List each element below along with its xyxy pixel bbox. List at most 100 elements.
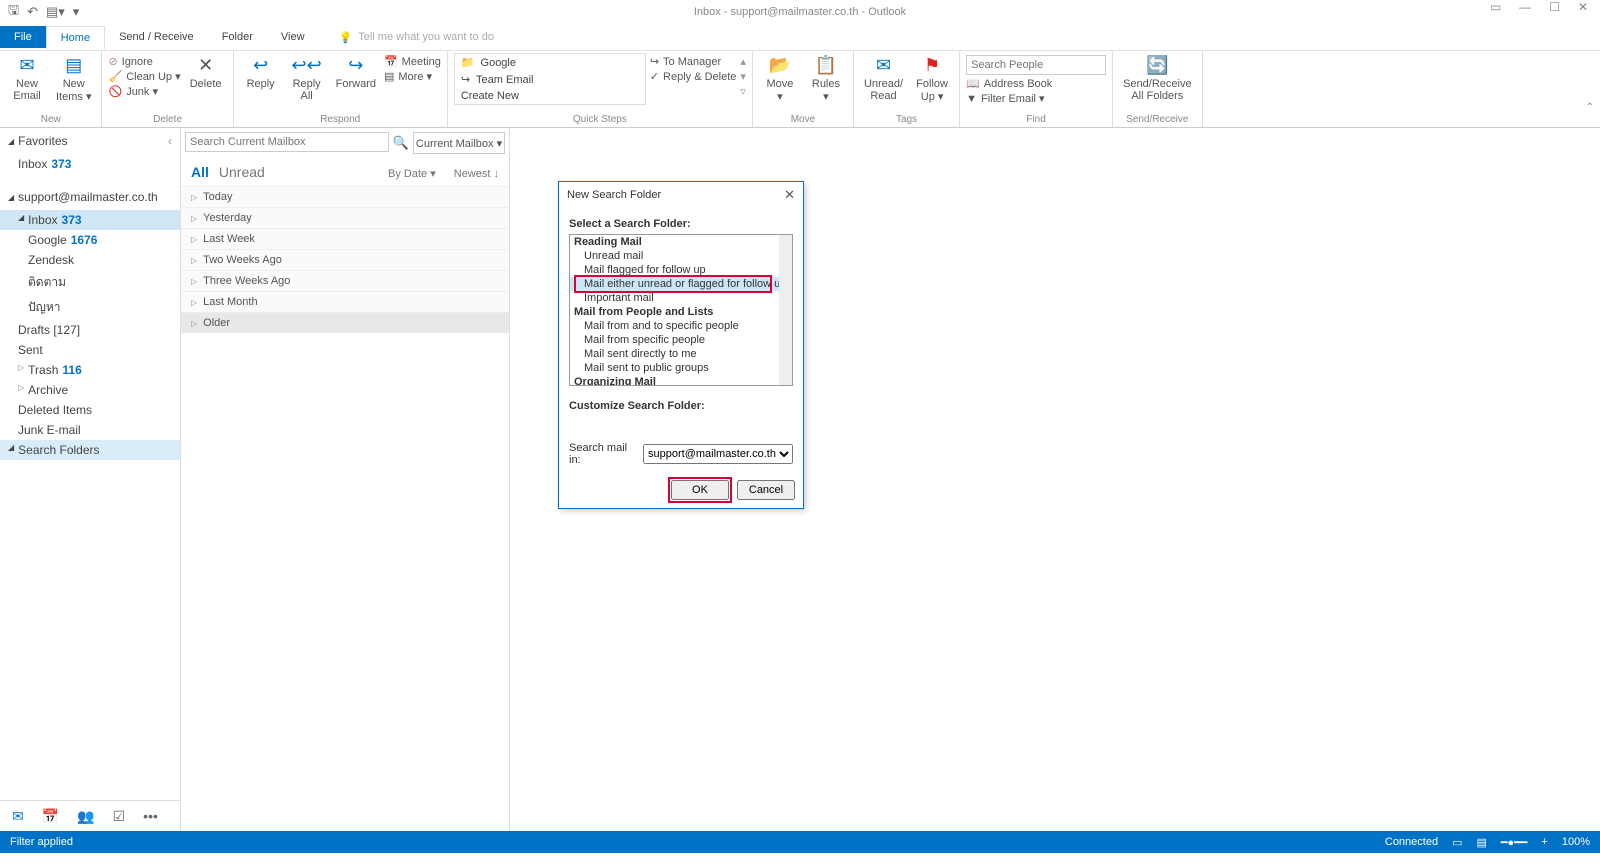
nav-deleted[interactable]: Deleted Items: [0, 400, 180, 420]
nav-sent[interactable]: Sent: [0, 340, 180, 360]
collapse-ribbon-icon[interactable]: ⌃: [1586, 102, 1594, 113]
reply-delete-button[interactable]: ✓Reply & Delete: [650, 70, 737, 83]
nav-thai1[interactable]: ติดตาม: [0, 270, 180, 295]
ribbon-options-icon[interactable]: ▭: [1490, 0, 1501, 14]
group-older[interactable]: ▷Older: [181, 312, 509, 333]
rules-icon: 📋: [815, 55, 837, 76]
calendar-view-icon[interactable]: 📅: [42, 808, 59, 825]
forward-button[interactable]: ↪Forward: [332, 53, 380, 92]
tell-me-search[interactable]: 💡Tell me what you want to do: [339, 31, 494, 44]
close-icon[interactable]: ✕: [1578, 0, 1588, 14]
address-book-button[interactable]: 📖Address Book: [966, 77, 1106, 90]
reply-button[interactable]: ↩Reply: [240, 53, 282, 92]
to-manager-button[interactable]: ↪To Manager: [650, 55, 737, 68]
redo-icon[interactable]: ▤▾: [46, 4, 65, 20]
gallery-down-icon[interactable]: ▾: [740, 70, 746, 83]
junk-button[interactable]: 🚫Junk ▾: [108, 85, 180, 98]
group-yesterday[interactable]: ▷Yesterday: [181, 207, 509, 228]
maximize-icon[interactable]: ☐: [1549, 0, 1560, 14]
sort-newest[interactable]: Newest ↓: [454, 168, 499, 180]
search-icon[interactable]: 🔍: [393, 135, 409, 151]
opt-unread-mail[interactable]: Unread mail: [570, 249, 792, 263]
zoom-slider[interactable]: ━●━━: [1501, 836, 1528, 849]
nav-archive[interactable]: ▷Archive: [0, 380, 180, 400]
nav-search-folders[interactable]: ◢Search Folders: [0, 440, 180, 460]
new-items-button[interactable]: ▤New Items ▾: [52, 53, 95, 105]
follow-up-button[interactable]: ⚑Follow Up ▾: [911, 53, 953, 105]
nav-inbox[interactable]: ◢Inbox373: [0, 210, 180, 230]
meeting-button[interactable]: 📅Meeting: [384, 55, 441, 68]
cleanup-button[interactable]: 🧹Clean Up ▾: [108, 70, 180, 83]
sort-by-date[interactable]: By Date ▾: [388, 167, 436, 180]
group-three-weeks[interactable]: ▷Three Weeks Ago: [181, 270, 509, 291]
opt-public-groups[interactable]: Mail sent to public groups: [570, 361, 792, 375]
view-normal-icon[interactable]: ▭: [1452, 836, 1462, 849]
status-connected: Connected: [1385, 836, 1438, 848]
opt-from-to-specific[interactable]: Mail from and to specific people: [570, 319, 792, 333]
list-scrollbar[interactable]: [779, 235, 792, 385]
send-receive-all-button[interactable]: 🔄Send/Receive All Folders: [1119, 53, 1196, 104]
new-email-button[interactable]: ✉New Email: [6, 53, 48, 104]
chevron-left-icon[interactable]: ‹: [168, 134, 172, 148]
filter-unread[interactable]: Unread: [219, 164, 265, 180]
minimize-icon[interactable]: —: [1519, 0, 1531, 14]
check-icon: ✓: [650, 70, 659, 83]
nav-thai2[interactable]: ปัญหา: [0, 295, 180, 320]
tab-home[interactable]: Home: [46, 26, 105, 50]
caret-down-icon: ◢: [8, 443, 14, 457]
quick-steps-gallery[interactable]: 📁Google ↪Team Email Create New: [454, 53, 646, 105]
nav-junk[interactable]: Junk E-mail: [0, 420, 180, 440]
favorites-header[interactable]: ◢Favorites‹: [0, 128, 180, 154]
save-icon[interactable]: 🖫: [8, 1, 19, 23]
tab-send-receive[interactable]: Send / Receive: [105, 26, 208, 48]
people-view-icon[interactable]: 👥: [77, 808, 94, 825]
book-icon: 📖: [966, 77, 980, 90]
dialog-titlebar[interactable]: New Search Folder ✕: [559, 182, 803, 208]
cleanup-icon: 🧹: [108, 70, 122, 83]
status-bar: Filter applied Connected ▭ ▤ ━●━━ + 100%: [0, 831, 1600, 853]
search-folder-list[interactable]: Reading Mail Unread mail Mail flagged fo…: [569, 234, 793, 386]
tab-folder[interactable]: Folder: [208, 26, 267, 48]
opt-important[interactable]: Important mail: [570, 291, 792, 305]
gallery-up-icon[interactable]: ▴: [740, 55, 746, 68]
nav-google[interactable]: Google1676: [0, 230, 180, 250]
gallery-more-icon[interactable]: ▿: [740, 85, 746, 98]
dialog-close-icon[interactable]: ✕: [784, 187, 795, 203]
search-mailbox-input[interactable]: [185, 132, 389, 152]
tab-file[interactable]: File: [0, 26, 46, 48]
more-views-icon[interactable]: •••: [143, 808, 158, 824]
group-two-weeks[interactable]: ▷Two Weeks Ago: [181, 249, 509, 270]
search-mail-in-select[interactable]: support@mailmaster.co.th: [643, 444, 793, 464]
more-respond-button[interactable]: ▤More ▾: [384, 70, 441, 83]
nav-drafts[interactable]: Drafts [127]: [0, 320, 180, 340]
group-last-week[interactable]: ▷Last Week: [181, 228, 509, 249]
search-people-input[interactable]: [966, 55, 1106, 75]
undo-icon[interactable]: ↶: [27, 4, 38, 20]
view-reading-icon[interactable]: ▤: [1477, 836, 1487, 849]
nav-trash[interactable]: ▷Trash116: [0, 360, 180, 380]
move-button[interactable]: 📂Move ▾: [759, 53, 801, 105]
caret-down-icon: ◢: [18, 213, 24, 227]
nav-zendesk[interactable]: Zendesk: [0, 250, 180, 270]
delete-button[interactable]: ✕Delete: [185, 53, 227, 92]
rules-button[interactable]: 📋Rules ▾: [805, 53, 847, 105]
mail-view-icon[interactable]: ✉: [12, 808, 24, 825]
filter-all[interactable]: All: [191, 164, 209, 180]
triangle-right-icon: ▷: [191, 214, 197, 223]
search-scope-dropdown[interactable]: Current Mailbox ▾: [413, 132, 505, 154]
tasks-view-icon[interactable]: ☑: [113, 808, 126, 825]
opt-sent-to-me[interactable]: Mail sent directly to me: [570, 347, 792, 361]
nav-fav-inbox[interactable]: Inbox373: [0, 154, 180, 174]
reply-all-button[interactable]: ↩↩Reply All: [286, 53, 328, 104]
highlight-annotation: [668, 477, 732, 503]
filter-email-button[interactable]: ▼Filter Email ▾: [966, 92, 1106, 105]
tab-view[interactable]: View: [267, 26, 319, 48]
ignore-button[interactable]: ⊘Ignore: [108, 55, 180, 68]
qat-customize-icon[interactable]: ▾: [73, 4, 80, 20]
group-today[interactable]: ▷Today: [181, 186, 509, 207]
unread-read-button[interactable]: ✉Unread/ Read: [860, 53, 907, 104]
group-last-month[interactable]: ▷Last Month: [181, 291, 509, 312]
opt-from-specific[interactable]: Mail from specific people: [570, 333, 792, 347]
account-header[interactable]: ◢support@mailmaster.co.th: [0, 184, 180, 210]
cancel-button[interactable]: Cancel: [737, 480, 795, 500]
